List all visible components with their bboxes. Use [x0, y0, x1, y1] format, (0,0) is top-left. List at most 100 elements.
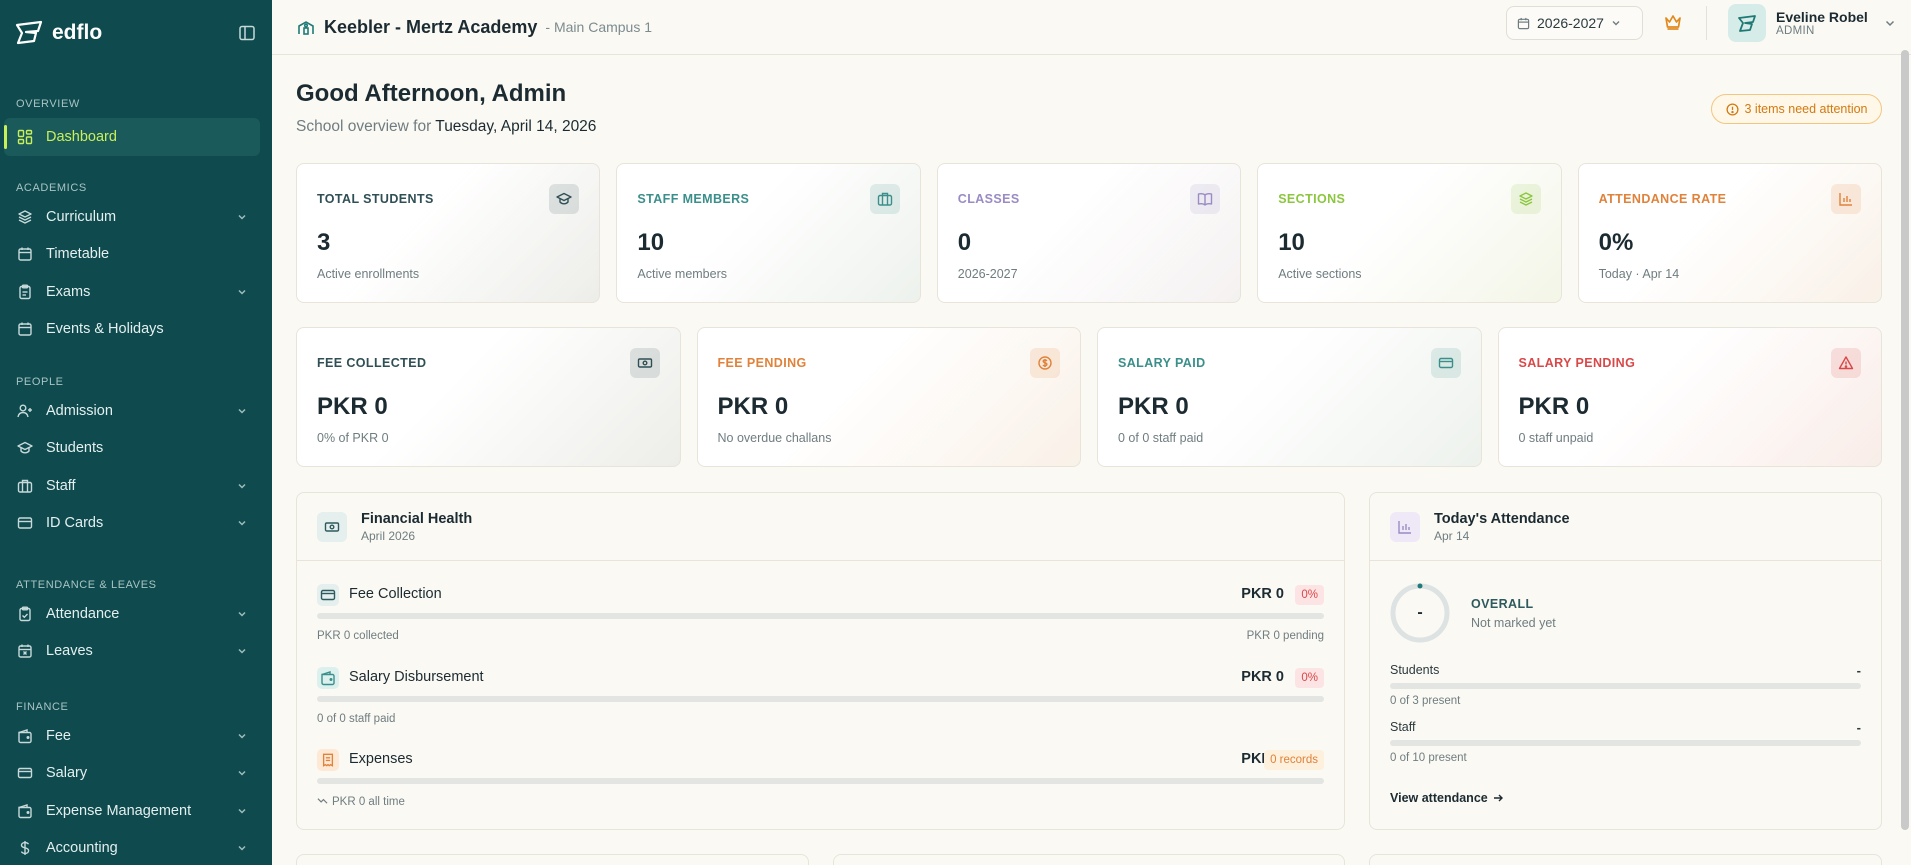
finance-row-title: Fee Collection [349, 586, 442, 602]
sidebar-item-salary[interactable]: Salary [0, 755, 272, 793]
finance-row-title: Expenses [349, 751, 413, 767]
finance-row-fee-collection: Fee Collection PKR 0 0% PKR 0 collected PKR … [317, 584, 1324, 644]
stat-card-staff-members[interactable]: STAFF MEMBERS 10 Active members [616, 163, 921, 303]
wallet-icon [16, 727, 34, 745]
chevron-down-icon [1885, 20, 1894, 27]
sidebar-item-label: Salary [46, 765, 88, 782]
sidebar-item-accounting[interactable]: Accounting [0, 830, 272, 865]
overall-label: OVERALL [1471, 597, 1534, 611]
cash-icon [317, 511, 347, 542]
finance-row-title: Salary Disbursement [349, 669, 484, 685]
attention-badge[interactable]: 3 items need attention [1711, 94, 1882, 124]
sidebar-item-curriculum[interactable]: Curriculum [0, 198, 272, 236]
sidebar-item-students[interactable]: Students [0, 430, 272, 468]
alert-triangle-icon [1831, 348, 1861, 378]
topbar: Keebler - Mertz Academy - Main Campus 1 … [272, 0, 1911, 55]
user-menu[interactable]: Eveline Robel ADMIN [1728, 4, 1896, 42]
sidebar-header: edflo [0, 0, 272, 66]
financial-health-subtitle: April 2026 [361, 528, 416, 543]
stat-label: FEE PENDING [717, 356, 807, 370]
info-icon [1725, 102, 1739, 116]
stat-label: STAFF MEMBERS [637, 192, 750, 206]
students-label: Students [1390, 663, 1440, 677]
financial-health-title: Financial Health [361, 510, 473, 527]
credit-card-icon [16, 764, 34, 782]
chevron-down-icon [236, 645, 248, 657]
financial-health-header: Financial Health April 2026 [297, 493, 1344, 561]
sidebar-item-label: Attendance [46, 605, 120, 622]
page-scrollbar[interactable] [1901, 50, 1909, 830]
sidebar-item-id-cards[interactable]: ID Cards [0, 505, 272, 543]
logo[interactable]: edflo [14, 19, 102, 47]
stat-card-classes[interactable]: CLASSES 0 2026-2027 [936, 163, 1242, 303]
calendar-x-icon [16, 642, 34, 660]
finance-row-amount: PKR 0 [1241, 586, 1284, 602]
crown-icon[interactable] [1663, 12, 1683, 32]
stat-caption: 0 of 0 staff paid [1118, 431, 1204, 445]
stat-caption: Active sections [1278, 267, 1362, 281]
finance-row-salary-disbursement: Salary Disbursement PKR 0 0% 0 of 0 staff p… [317, 667, 1324, 727]
stat-caption: 2026-2027 [957, 267, 1018, 281]
sidebar-item-admission[interactable]: Admission [0, 392, 272, 430]
campus-name: - Main Campus 1 [545, 19, 653, 35]
stat-card-fee-pending[interactable]: FEE PENDING PKR 0 No overdue challans [696, 327, 1081, 467]
briefcase-icon [869, 184, 900, 214]
academic-year-select[interactable]: 2026-2027 [1506, 6, 1643, 40]
attention-text: 3 items need attention [1744, 102, 1868, 116]
stat-card-total-students[interactable]: TOTAL STUDENTS 3 Active enrollments [296, 163, 601, 303]
stat-card-salary-pending[interactable]: SALARY PENDING PKR 0 0 staff unpaid [1497, 327, 1882, 467]
chevron-down-icon [236, 842, 248, 854]
chevron-down-icon [236, 405, 248, 417]
view-attendance-label: View attendance [1390, 791, 1488, 805]
stat-card-fee-collected[interactable]: FEE COLLECTED PKR 0 0% of PKR 0 [296, 327, 681, 467]
sidebar-item-exams[interactable]: Exams [0, 273, 272, 311]
cash-icon [629, 348, 660, 378]
nav-section: ACADEMICS Curriculum Timetable Exams Events … [0, 178, 272, 348]
sidebar-item-timetable[interactable]: Timetable [0, 236, 272, 274]
calendar-icon [16, 320, 34, 338]
stat-value: 10 [637, 229, 665, 256]
stat-card-salary-paid[interactable]: SALARY PAID PKR 0 0 of 0 staff paid [1097, 327, 1482, 467]
students-note: 0 of 3 present [1390, 695, 1461, 707]
attendance-subtitle: Apr 14 [1434, 528, 1470, 543]
sidebar-item-leaves[interactable]: Leaves [0, 633, 272, 671]
sidebar-item-events-holidays[interactable]: Events & Holidays [0, 311, 272, 349]
user-name: Eveline Robel [1776, 9, 1868, 25]
finance-row-badge: 0% [1295, 585, 1324, 605]
chevron-down-icon [1612, 21, 1620, 26]
chevron-down-icon [236, 805, 248, 817]
stat-caption: 0% of PKR 0 [317, 431, 389, 445]
avatar [1728, 4, 1766, 42]
stat-label: FEE COLLECTED [317, 356, 427, 370]
view-attendance-link[interactable]: View attendance [1390, 791, 1504, 805]
layers-icon [1510, 184, 1541, 214]
card-placeholder [1369, 854, 1882, 865]
nav-section-heading: OVERVIEW [16, 98, 80, 110]
coin-icon [1030, 348, 1060, 378]
stat-card-attendance-rate[interactable]: ATTENDANCE RATE 0% Today · Apr 14 [1577, 163, 1882, 303]
sidebar-item-dashboard[interactable]: Dashboard [4, 118, 260, 156]
bar-chart-icon [1830, 184, 1861, 214]
user-role: ADMIN [1776, 25, 1815, 37]
finance-progress-bar [317, 778, 1324, 784]
user-avatar-icon [1738, 15, 1756, 32]
chevron-down-icon [236, 730, 248, 742]
stat-label: SALARY PENDING [1518, 356, 1636, 370]
stat-card-sections[interactable]: SECTIONS 10 Active sections [1257, 163, 1562, 303]
staff-value: - [1856, 720, 1861, 735]
bar-chart-icon [1390, 511, 1420, 542]
calendar-icon [1517, 17, 1530, 29]
sidebar-item-label: Curriculum [46, 208, 117, 225]
sidebar-item-fee[interactable]: Fee [0, 717, 272, 755]
sidebar-item-staff[interactable]: Staff [0, 467, 272, 505]
stat-label: TOTAL STUDENTS [317, 192, 434, 206]
sidebar-toggle-icon[interactable] [236, 22, 258, 44]
sidebar-item-label: Leaves [46, 643, 93, 660]
nav-section: PEOPLE Admission Students Staff ID Cards [0, 372, 272, 542]
attendance-header: Today's Attendance Apr 14 [1370, 493, 1881, 561]
academic-year-value: 2026-2027 [1537, 15, 1604, 31]
sidebar-item-attendance[interactable]: Attendance [0, 595, 272, 633]
clipboard-icon [16, 283, 34, 301]
attendance-ring-value: - [1417, 604, 1423, 621]
sidebar-item-expense-management[interactable]: Expense Management [0, 792, 272, 830]
